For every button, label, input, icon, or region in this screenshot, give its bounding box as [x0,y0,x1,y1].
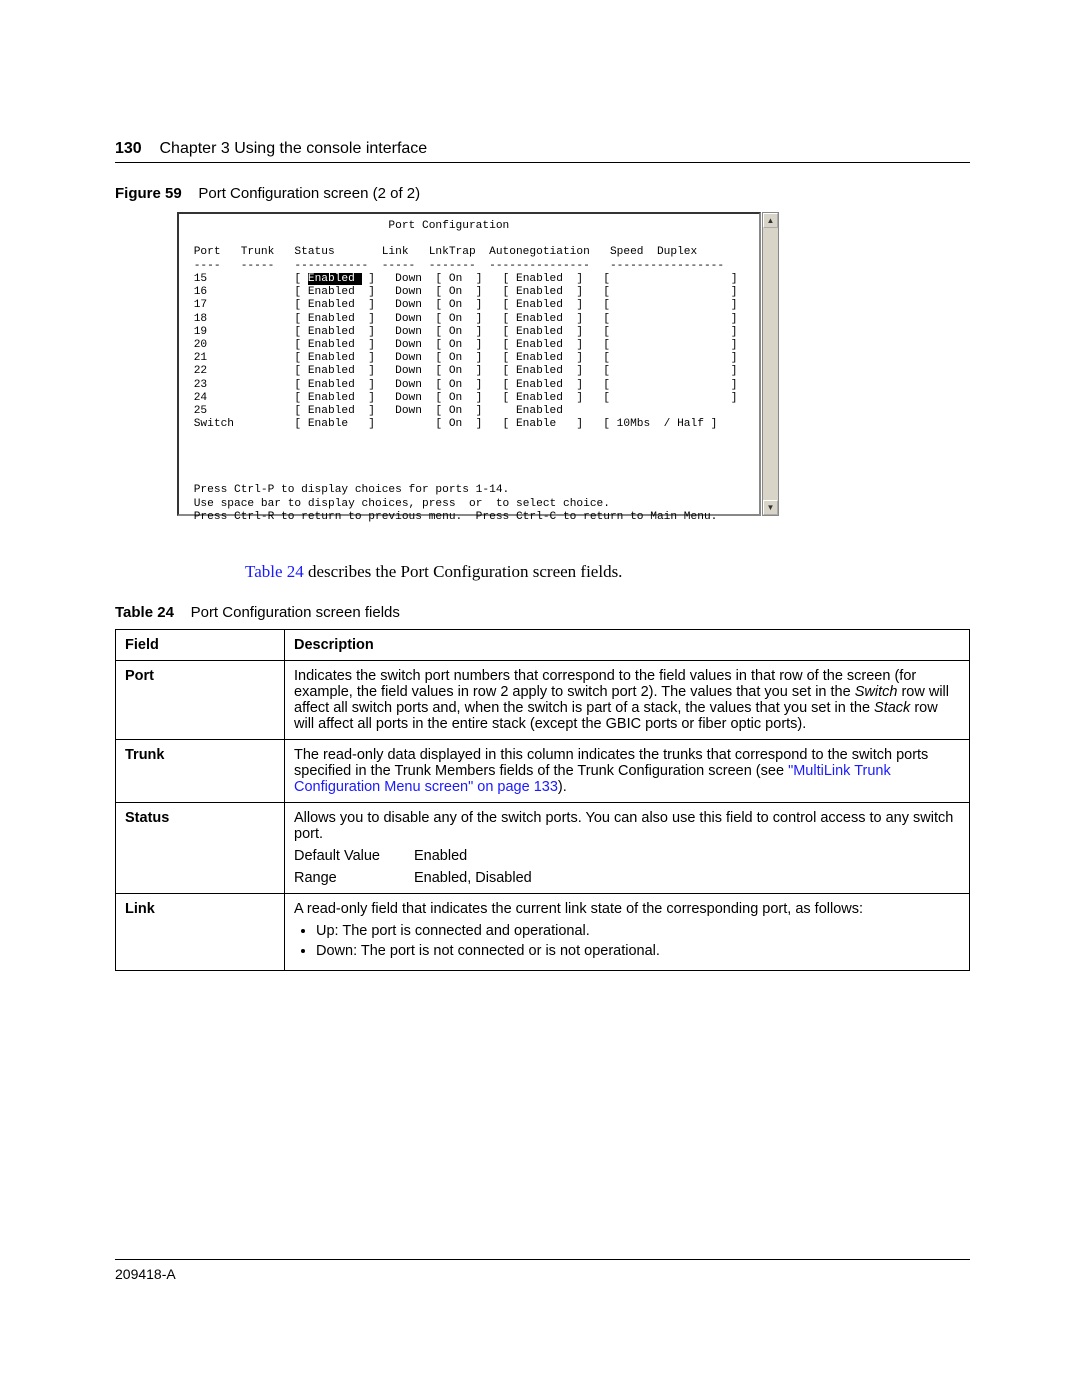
table-row: Link A read-only field that indicates th… [116,893,970,970]
table-caption: Table 24 Port Configuration screen field… [115,604,970,621]
scrollbar[interactable]: ▲ ▼ [762,212,779,516]
table-label: Table 24 [115,604,174,621]
figure-text: Port Configuration screen (2 of 2) [198,185,420,202]
table-crossref-link[interactable]: Table 24 [245,562,304,581]
table-row: Port Indicates the switch port numbers t… [116,660,970,739]
console-screenshot: Port Configuration Port Trunk Status Lin… [177,212,761,516]
doc-id: 209418-A [115,1266,176,1282]
intro-sentence: Table 24 describes the Port Configuratio… [245,562,970,582]
chapter-title: Chapter 3 Using the console interface [159,140,427,157]
scroll-down-icon[interactable]: ▼ [763,500,778,515]
figure-label: Figure 59 [115,185,182,202]
page-number: 130 [115,140,142,157]
footer: 209418-A [115,1259,970,1282]
page-header: 130 Chapter 3 Using the console interfac… [115,140,970,163]
col-description: Description [285,629,970,660]
table-caption-text: Port Configuration screen fields [191,604,400,621]
table-row: Trunk The read-only data displayed in th… [116,739,970,802]
scroll-up-icon[interactable]: ▲ [763,213,778,228]
col-field: Field [116,629,285,660]
figure-caption: Figure 59 Port Configuration screen (2 o… [115,185,970,202]
fields-table: Field Description Port Indicates the swi… [115,629,970,971]
table-row: Status Allows you to disable any of the … [116,802,970,893]
